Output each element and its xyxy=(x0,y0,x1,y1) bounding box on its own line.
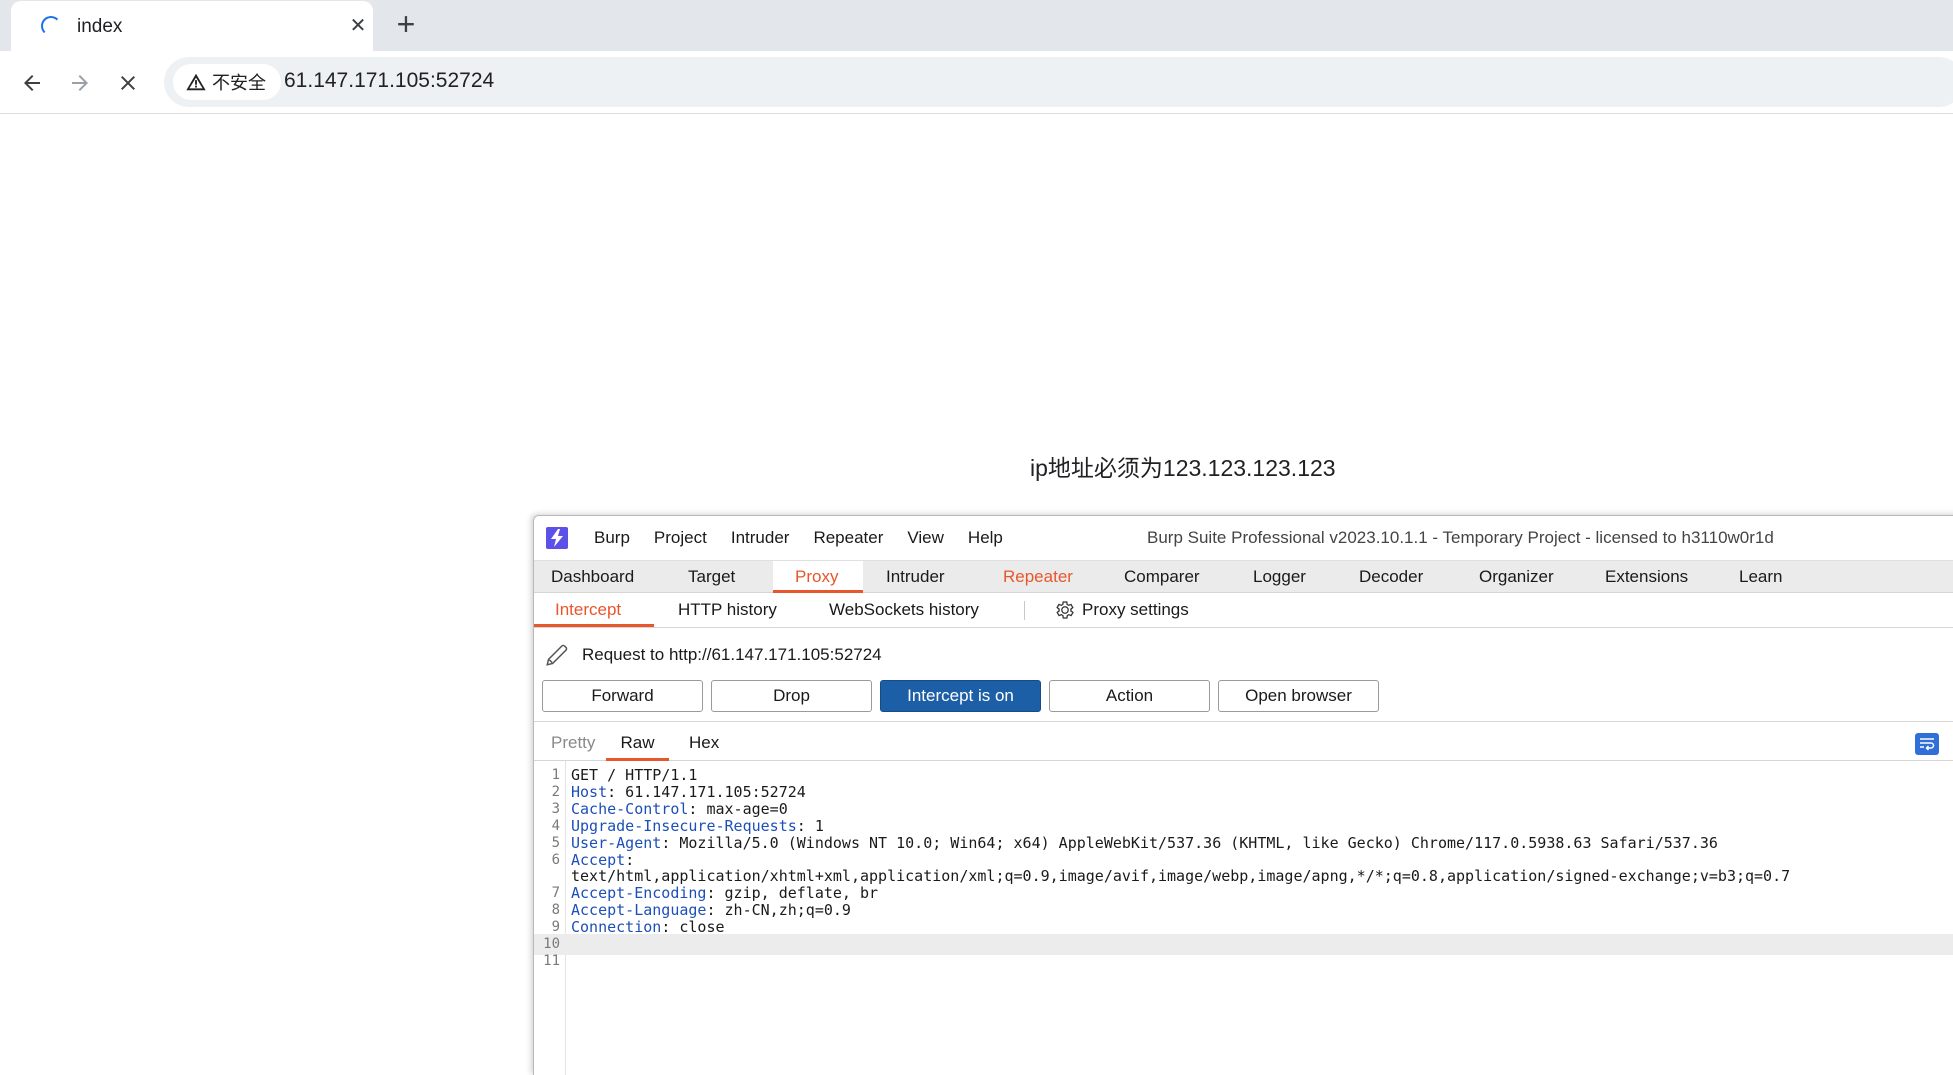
tab-close-icon[interactable]: ✕ xyxy=(344,12,372,40)
intercept-toggle-button[interactable]: Intercept is on xyxy=(880,680,1041,712)
browser-tabstrip: index ✕ + xyxy=(0,0,1953,51)
tab-extensions[interactable]: Extensions xyxy=(1605,561,1705,593)
request-editor[interactable]: 1 GET / HTTP/1.1 2 Host: 61.147.171.105:527… xyxy=(534,761,1953,1075)
menu-project[interactable]: Project xyxy=(654,528,707,548)
tab-learn[interactable]: Learn xyxy=(1739,561,1799,593)
request-target-line: Request to http://61.147.171.105:52724 xyxy=(544,642,882,668)
arrow-right-icon xyxy=(72,75,88,91)
editor-tab-raw[interactable]: Raw xyxy=(606,733,669,761)
burp-window-title: Burp Suite Professional v2023.10.1.1 - T… xyxy=(1147,528,1774,547)
subtab-http-history[interactable]: HTTP history xyxy=(678,593,777,627)
arrow-left-icon xyxy=(24,75,40,91)
url-text[interactable]: 61.147.171.105:52724 xyxy=(284,69,494,93)
tab-title: index xyxy=(77,16,123,37)
browser-tab[interactable]: index ✕ xyxy=(11,1,373,51)
tab-proxy[interactable]: Proxy xyxy=(773,561,863,593)
burp-menubar: Burp Project Intruder Repeater View Help xyxy=(594,528,1027,548)
loading-spinner-icon xyxy=(41,16,61,36)
burp-titlebar: Burp Project Intruder Repeater View Help… xyxy=(534,516,1953,560)
tab-organizer[interactable]: Organizer xyxy=(1479,561,1579,593)
request-target-text: Request to http://61.147.171.105:52724 xyxy=(582,645,882,664)
request-line[interactable]: 11 xyxy=(534,951,1953,972)
action-button[interactable]: Action xyxy=(1049,680,1210,712)
tab-intruder[interactable]: Intruder xyxy=(886,561,983,593)
gear-icon xyxy=(1056,601,1074,619)
tab-dashboard[interactable]: Dashboard xyxy=(534,561,666,593)
stop-loading-button[interactable] xyxy=(110,65,146,101)
tab-repeater[interactable]: Repeater xyxy=(1003,561,1103,593)
back-button[interactable] xyxy=(14,65,50,101)
new-tab-button[interactable]: + xyxy=(390,8,422,41)
close-icon xyxy=(121,76,135,90)
tab-comparer[interactable]: Comparer xyxy=(1124,561,1224,593)
proxy-settings-label: Proxy settings xyxy=(1082,600,1189,619)
forward-button[interactable] xyxy=(62,65,98,101)
text-wrap-icon[interactable] xyxy=(1915,733,1939,755)
menu-help[interactable]: Help xyxy=(968,528,1003,548)
burp-main-tabs: Dashboard Target Proxy Intruder Repeater… xyxy=(534,560,1953,593)
burp-window: Burp Project Intruder Repeater View Help… xyxy=(533,515,1953,1075)
message-editor-tabs: Pretty Raw Hex xyxy=(534,721,1953,761)
intercept-button-row: Forward Drop Intercept is on Action Open… xyxy=(542,680,1387,712)
tab-separator xyxy=(1024,601,1025,620)
security-indicator[interactable]: 不安全 xyxy=(173,64,281,100)
tab-logger[interactable]: Logger xyxy=(1253,561,1333,593)
proxy-settings-button[interactable]: Proxy settings xyxy=(1054,593,1189,627)
menu-burp[interactable]: Burp xyxy=(594,528,630,548)
editor-tab-pretty[interactable]: Pretty xyxy=(551,733,595,761)
warning-icon xyxy=(186,73,206,91)
menu-intruder[interactable]: Intruder xyxy=(731,528,790,548)
editor-tab-hex[interactable]: Hex xyxy=(689,733,719,761)
drop-request-button[interactable]: Drop xyxy=(711,680,872,712)
page-message: ip地址必须为123.123.123.123 xyxy=(1030,455,1336,481)
burp-logo-icon xyxy=(546,527,568,549)
browser-toolbar: 不安全 61.147.171.105:52724 xyxy=(0,51,1953,114)
subtab-intercept[interactable]: Intercept xyxy=(534,593,654,627)
menu-view[interactable]: View xyxy=(907,528,944,548)
pencil-icon[interactable] xyxy=(544,642,570,668)
security-label: 不安全 xyxy=(212,73,266,93)
proxy-sub-tabs: Intercept HTTP history WebSockets histor… xyxy=(534,593,1953,628)
menu-repeater[interactable]: Repeater xyxy=(813,528,883,548)
forward-request-button[interactable]: Forward xyxy=(542,680,703,712)
tab-target[interactable]: Target xyxy=(666,561,755,593)
subtab-websockets-history[interactable]: WebSockets history xyxy=(829,593,979,627)
address-bar[interactable]: 不安全 61.147.171.105:52724 xyxy=(164,57,1953,107)
tab-decoder[interactable]: Decoder xyxy=(1359,561,1449,593)
line-number: 11 xyxy=(543,952,560,969)
open-browser-button[interactable]: Open browser xyxy=(1218,680,1379,712)
